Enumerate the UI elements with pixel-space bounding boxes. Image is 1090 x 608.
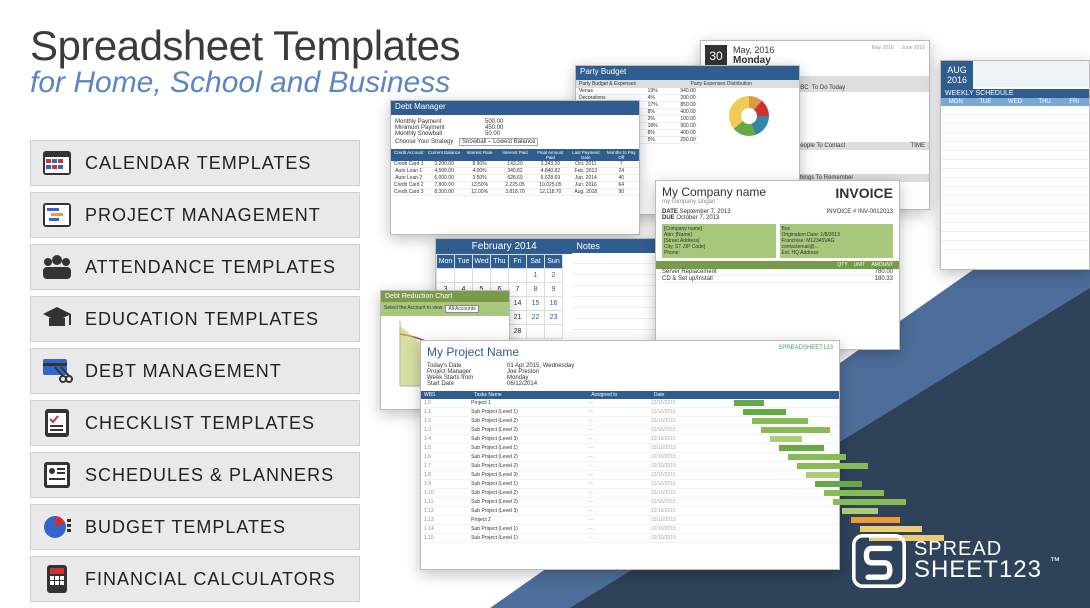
- menu-label: BUDGET TEMPLATES: [85, 517, 286, 538]
- menu-label: DEBT MANAGEMENT: [85, 361, 282, 382]
- graduation-icon: [41, 303, 73, 335]
- menu-item-education[interactable]: EDUCATION TEMPLATES: [30, 296, 360, 342]
- menu-item-attendance[interactable]: ATTENDANCE TEMPLATES: [30, 244, 360, 290]
- menu-label: CHECKLIST TEMPLATES: [85, 413, 315, 434]
- menu-item-debt[interactable]: DEBT MANAGEMENT: [30, 348, 360, 394]
- menu-item-project[interactable]: PROJECT MANAGEMENT: [30, 192, 360, 238]
- menu-label: CALENDAR TEMPLATES: [85, 153, 311, 174]
- calendar-icon: [41, 147, 73, 179]
- menu-item-calendar[interactable]: CALENDAR TEMPLATES: [30, 140, 360, 186]
- menu-item-schedules[interactable]: SCHEDULES & PLANNERS: [30, 452, 360, 498]
- menu-label: ATTENDANCE TEMPLATES: [85, 257, 336, 278]
- checklist-icon: [41, 407, 73, 439]
- gantt-icon: [41, 199, 73, 231]
- menu-label: SCHEDULES & PLANNERS: [85, 465, 334, 486]
- menu-item-financial[interactable]: FINANCIAL CALCULATORS: [30, 556, 360, 602]
- card-scissors-icon: [41, 355, 73, 387]
- menu-item-budget[interactable]: BUDGET TEMPLATES: [30, 504, 360, 550]
- menu-label: FINANCIAL CALCULATORS: [85, 569, 336, 590]
- brand-logo: SPREAD SHEET123 ™: [852, 534, 1060, 588]
- piechart-icon: [41, 511, 73, 543]
- pie-chart-icon: [729, 96, 769, 136]
- menu-item-checklist[interactable]: CHECKLIST TEMPLATES: [30, 400, 360, 446]
- menu-label: EDUCATION TEMPLATES: [85, 309, 319, 330]
- doc-debt-manager: Debt Manager Monthly Payment500.00Minimu…: [390, 100, 640, 235]
- doc-invoice: My Company name my company slogan INVOIC…: [655, 180, 900, 350]
- doc-weekly-schedule: AUG2016 WEEKLY SCHEDULE MONTUEWEDTHUFRI: [940, 60, 1090, 270]
- planner-icon: [41, 459, 73, 491]
- logo-s-icon: [852, 534, 906, 588]
- calculator-icon: [41, 563, 73, 595]
- people-icon: [41, 251, 73, 283]
- template-collage: 30 May, 2016 Monday Memorial Day May 201…: [380, 40, 1080, 580]
- menu-label: PROJECT MANAGEMENT: [85, 205, 321, 226]
- doc-gantt: My Project Name SPREADSHEET123 Today's D…: [420, 340, 840, 570]
- category-menu: CALENDAR TEMPLATES PROJECT MANAGEMENT AT…: [30, 140, 360, 608]
